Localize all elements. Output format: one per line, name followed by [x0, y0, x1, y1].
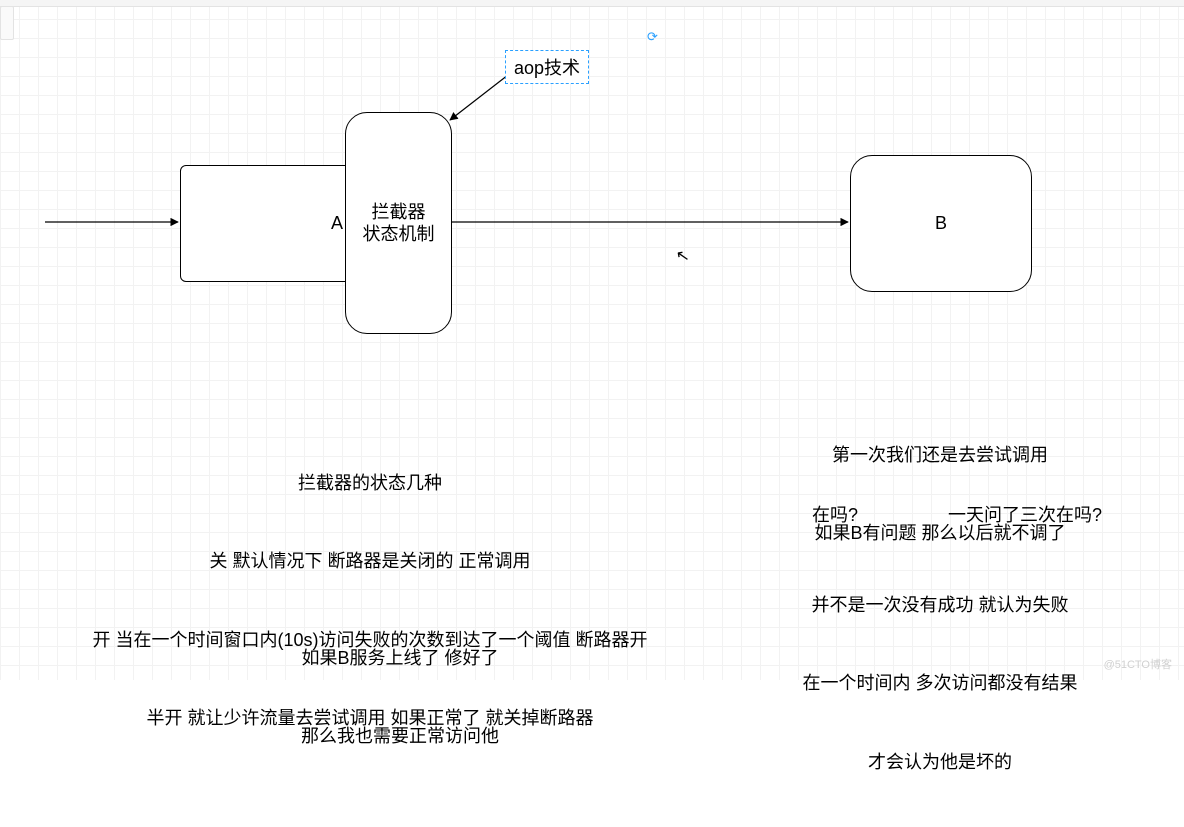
- node-b[interactable]: B: [850, 155, 1032, 292]
- node-b-label: B: [935, 212, 947, 235]
- text-line: 在一个时间内 多次访问都没有结果: [760, 670, 1120, 696]
- text-line: 关 默认情况下 断路器是关闭的 正常调用: [30, 548, 710, 574]
- text-failure-definition: 并不是一次没有成功 就认为失败 在一个时间内 多次访问都没有结果 才会认为他是坏…: [760, 540, 1120, 827]
- aop-label-text: aop技术: [514, 58, 580, 78]
- text-line: 才会认为他是坏的: [760, 749, 1120, 775]
- text-line: 一天问了三次在吗?: [948, 505, 1102, 525]
- text-line: 如果B服务上线了 修好了: [270, 645, 530, 671]
- text-b-repaired: 如果B服务上线了 修好了 那么我也需要正常访问他: [270, 593, 530, 802]
- node-interceptor[interactable]: 拦截器 状态机制: [345, 112, 452, 334]
- ruler-top: [0, 0, 1184, 7]
- text-line: 拦截器的状态几种: [30, 470, 710, 496]
- ruler-side-handle: [0, 6, 14, 40]
- text-line: 第一次我们还是去尝试调用: [760, 442, 1120, 468]
- text-line: 在吗?: [812, 505, 858, 525]
- diagram-canvas[interactable]: aop技术 ⟳ A 拦截器 状态机制 B ↖ 拦截器的状态几种 关 默认情况下 …: [0, 0, 1184, 680]
- aop-label[interactable]: aop技术: [505, 50, 589, 84]
- watermark: @51CTO博客: [1104, 656, 1172, 672]
- text-line: 那么我也需要正常访问他: [270, 723, 530, 749]
- rotate-handle-icon[interactable]: ⟳: [647, 29, 661, 43]
- node-interceptor-label: 拦截器 状态机制: [363, 201, 435, 246]
- text-line: 并不是一次没有成功 就认为失败: [760, 592, 1120, 618]
